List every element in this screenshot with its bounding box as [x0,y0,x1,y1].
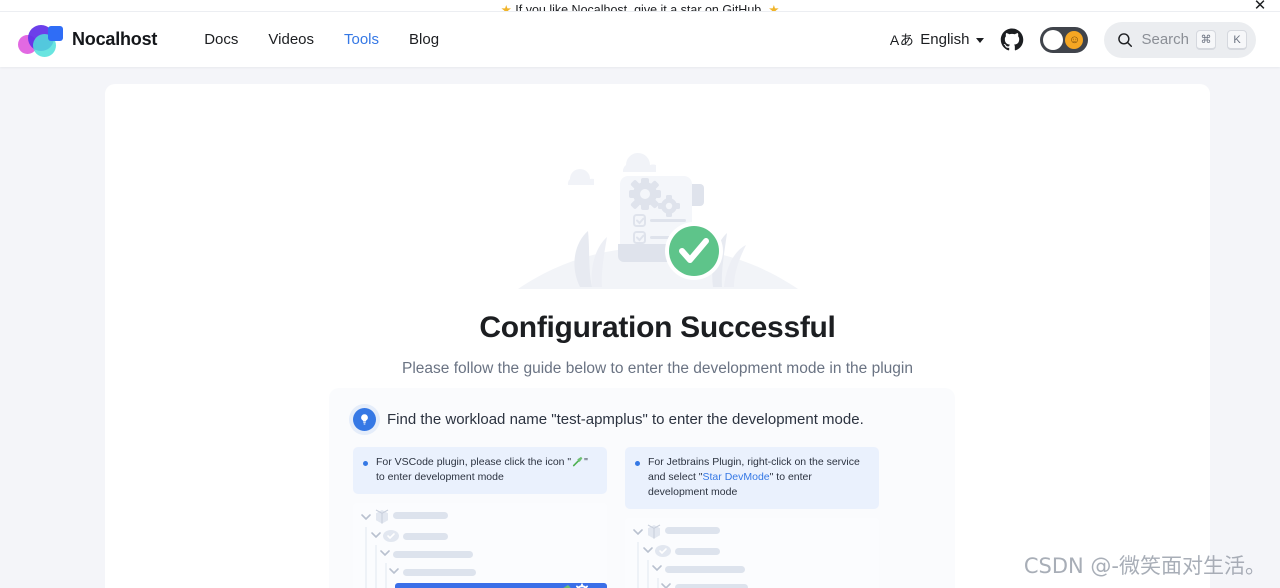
configuration-success-illustration [517,153,798,289]
guide-header: Find the workload name "test-apmplus" to… [353,408,931,431]
main-content-card: Configuration Successful Please follow t… [105,84,1210,588]
star-icon-left: ★ [500,3,512,12]
brand-logo-link[interactable]: Nocalhost [16,23,158,57]
announcement-text: ★ If you like Nocalhost, give it a star … [500,3,780,12]
theme-toggle[interactable]: ☺ [1040,26,1089,53]
close-icon[interactable]: ✕ [1252,0,1268,11]
page-root: ★ If you like Nocalhost, give it a star … [0,0,1280,588]
jetbrains-tree-mockup: Star DevMode [625,517,879,588]
language-selector[interactable]: Aあ English [890,30,985,50]
nav-links: Docs Videos Tools Blog [204,31,439,48]
jetbrains-note-text: For Jetbrains Plugin, right-click on the… [648,455,869,500]
nav-item-tools[interactable]: Tools [344,31,379,48]
page-title: Configuration Successful [479,311,836,344]
language-label: English [920,31,970,48]
brand-name: Nocalhost [72,29,158,49]
vscode-note-text: For VSCode plugin, please click the icon… [376,455,597,485]
announcement-github-link[interactable]: GitHub [722,3,761,11]
star-icon-right: ★ [768,3,780,12]
kbd-cmd: ⌘ [1196,29,1216,50]
bullet-icon [363,461,368,466]
navbar: Nocalhost Docs Videos Tools Blog Aあ Engl… [0,12,1280,67]
search-box[interactable]: Search ⌘ K [1104,21,1256,58]
hero-section: Configuration Successful Please follow t… [105,84,1210,378]
guide-card: Find the workload name "test-apmplus" to… [329,388,955,588]
search-icon [1118,32,1133,47]
nocalhost-logo-icon [16,23,63,57]
star-devmode-link[interactable]: Star DevMode [703,471,770,483]
search-placeholder: Search [1141,31,1189,48]
toggle-knob [1043,29,1064,50]
chevron-down-icon [976,38,985,43]
jetbrains-note: For Jetbrains Plugin, right-click on the… [625,447,879,509]
translate-icon: Aあ [889,31,915,48]
panel-vscode: For VSCode plugin, please click the icon… [353,447,607,588]
nav-item-docs[interactable]: Docs [204,31,238,48]
guide-heading: Find the workload name "test-apmplus" to… [387,411,864,428]
github-icon[interactable] [1000,28,1024,52]
csdn-watermark: CSDN @-微笑面对生活。 [1023,554,1266,578]
nav-item-videos[interactable]: Videos [268,31,314,48]
vscode-note-prefix: For VSCode plugin, please click the icon… [376,456,572,468]
nav-item-blog[interactable]: Blog [409,31,439,48]
vscode-tree-mockup [353,502,607,588]
sun-emoji-icon: ☺ [1065,30,1084,49]
kbd-k: K [1227,29,1247,50]
navbar-right: Aあ English ☺ Search ⌘ K [890,21,1264,58]
vscode-note: For VSCode plugin, please click the icon… [353,447,607,494]
bullet-icon [635,461,640,466]
announcement-banner: ★ If you like Nocalhost, give it a star … [0,0,1280,12]
page-subtitle: Please follow the guide below to enter t… [402,360,913,377]
lightbulb-icon [353,408,376,431]
announcement-text-before: If you like Nocalhost, give it a star on [515,3,723,12]
guide-panels: For VSCode plugin, please click the icon… [353,447,931,588]
hammer-icon [573,456,583,467]
panel-jetbrains: For Jetbrains Plugin, right-click on the… [625,447,879,588]
announcement-text-after: . [761,3,765,12]
